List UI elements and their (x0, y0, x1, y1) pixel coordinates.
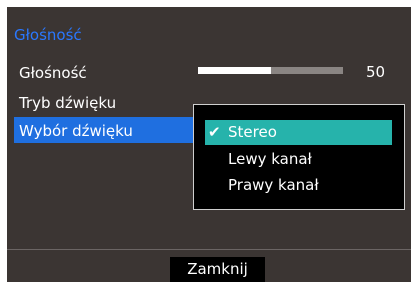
menu-item-sound-select[interactable]: Wybór dźwięku (14, 117, 200, 143)
check-icon: ✔ (208, 123, 221, 141)
menu-item-sound-select-label: Wybór dźwięku (19, 122, 133, 140)
dropdown-option-label: Prawy kanał (228, 176, 319, 194)
dropdown-option-label: Stereo (228, 123, 277, 141)
sound-select-dropdown: ✔ Stereo Lewy kanał Prawy kanał (193, 104, 405, 210)
menu-title: Głośność (14, 26, 82, 44)
close-button[interactable]: Zamknij (170, 257, 265, 282)
menu-item-sound-mode[interactable]: Tryb dźwięku (19, 94, 116, 112)
menu-item-volume[interactable]: Głośność (19, 64, 87, 82)
dropdown-option-stereo[interactable]: ✔ Stereo (205, 120, 392, 145)
dropdown-option-left-channel[interactable]: Lewy kanał (205, 147, 392, 172)
volume-value: 50 (366, 63, 386, 81)
volume-slider-fill (198, 67, 271, 74)
footer-divider (7, 249, 411, 250)
dropdown-option-label: Lewy kanał (228, 150, 312, 168)
dropdown-option-right-channel[interactable]: Prawy kanał (205, 173, 392, 198)
volume-slider[interactable] (198, 67, 343, 74)
